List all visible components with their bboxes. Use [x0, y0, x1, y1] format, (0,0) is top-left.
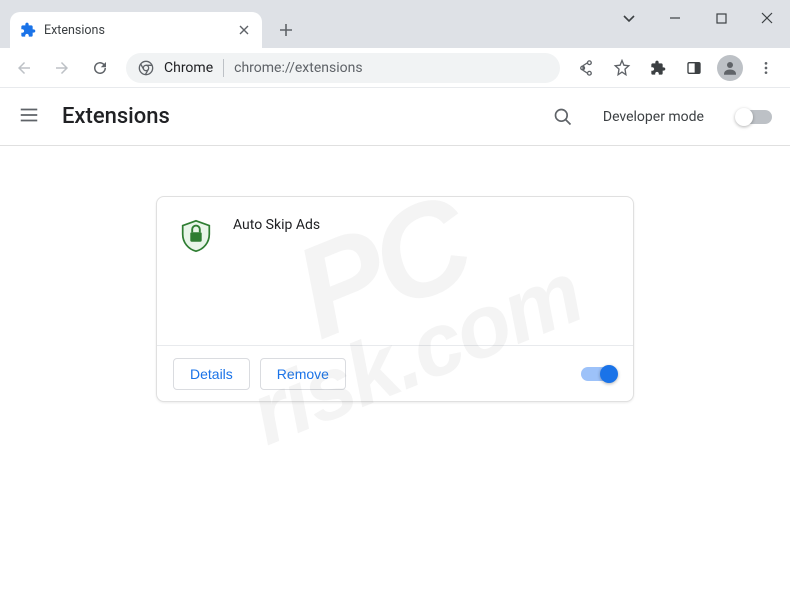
avatar-icon: [717, 55, 743, 81]
back-button[interactable]: [8, 52, 40, 84]
extensions-button[interactable]: [642, 52, 674, 84]
sidepanel-button[interactable]: [678, 52, 710, 84]
bookmark-button[interactable]: [606, 52, 638, 84]
tab-title: Extensions: [44, 23, 228, 38]
extensions-content: Auto Skip Ads Details Remove: [0, 146, 790, 402]
forward-button[interactable]: [46, 52, 78, 84]
extension-name: Auto Skip Ads: [233, 217, 320, 233]
extension-card: Auto Skip Ads Details Remove: [156, 196, 634, 402]
browser-title-bar: Extensions: [0, 0, 790, 48]
reload-button[interactable]: [84, 52, 116, 84]
developer-mode-toggle[interactable]: [736, 110, 772, 124]
omnibox-url: chrome://extensions: [234, 60, 362, 76]
omnibox-prefix: Chrome: [164, 60, 213, 76]
toolbar-icons: [570, 52, 782, 84]
address-bar-row: Chrome chrome://extensions: [0, 48, 790, 88]
puzzle-icon: [20, 22, 36, 38]
remove-button[interactable]: Remove: [260, 358, 346, 390]
address-bar[interactable]: Chrome chrome://extensions: [126, 53, 560, 83]
details-button[interactable]: Details: [173, 358, 250, 390]
maximize-button[interactable]: [698, 2, 744, 34]
new-tab-button[interactable]: [272, 16, 300, 44]
browser-tab[interactable]: Extensions: [10, 12, 262, 48]
menu-icon[interactable]: [18, 104, 40, 130]
chrome-icon: [138, 60, 154, 76]
page-title: Extensions: [62, 104, 523, 129]
extension-info: Auto Skip Ads: [233, 217, 320, 345]
extension-toggle[interactable]: [581, 367, 617, 381]
search-button[interactable]: [545, 99, 581, 135]
share-button[interactable]: [570, 52, 602, 84]
extension-card-footer: Details Remove: [157, 345, 633, 401]
extensions-header: Extensions Developer mode: [0, 88, 790, 146]
extension-card-body: Auto Skip Ads: [157, 197, 633, 345]
close-window-button[interactable]: [744, 2, 790, 34]
tab-search-button[interactable]: [606, 2, 652, 34]
profile-button[interactable]: [714, 52, 746, 84]
menu-button[interactable]: [750, 52, 782, 84]
shield-icon: [177, 217, 215, 255]
omnibox-separator: [223, 59, 224, 77]
window-controls: [606, 0, 790, 36]
close-icon[interactable]: [236, 22, 252, 38]
minimize-button[interactable]: [652, 2, 698, 34]
developer-mode-label: Developer mode: [603, 109, 704, 125]
